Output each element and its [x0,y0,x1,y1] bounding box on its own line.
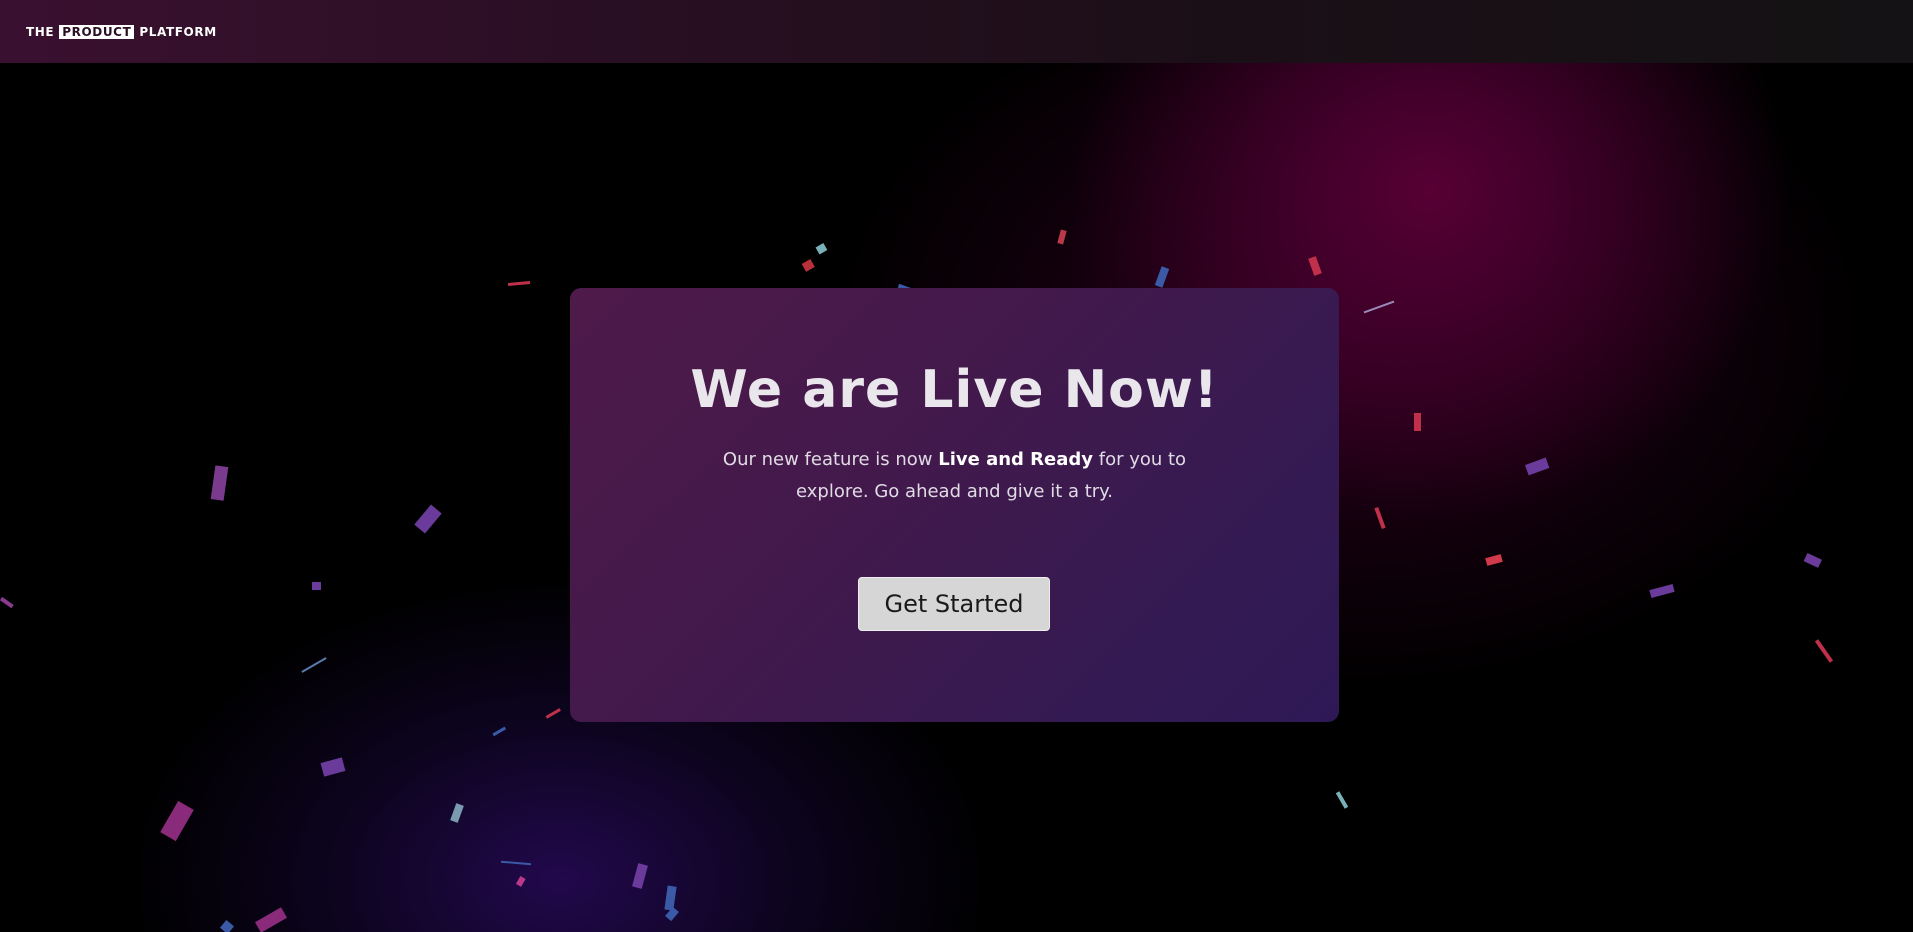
announcement-card: We are Live Now! Our new feature is now … [570,288,1339,722]
description-highlight: Live and Ready [938,449,1094,470]
logo-text-boxed: PRODUCT [59,24,135,39]
announcement-title: We are Live Now! [690,360,1219,420]
description-text-start: Our new feature is now [722,449,939,470]
page: THE PRODUCT PLATFORM We are Live Now! Ou… [0,0,1913,932]
logo-text-suffix: PLATFORM [139,24,217,39]
brand-logo[interactable]: THE PRODUCT PLATFORM [26,24,217,39]
get-started-button[interactable]: Get Started [858,577,1050,631]
announcement-description: Our new feature is now Live and Ready fo… [720,444,1190,508]
top-navigation-bar: THE PRODUCT PLATFORM [0,0,1913,63]
logo-text-prefix: THE [26,24,55,39]
